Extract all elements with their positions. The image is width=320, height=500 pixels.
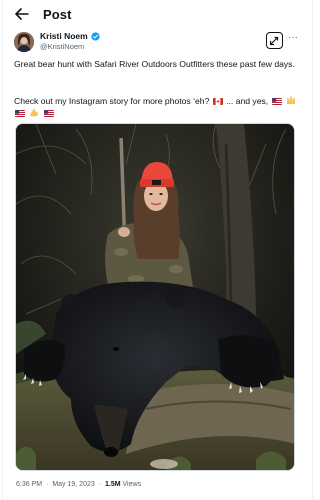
views-count: 1.5M bbox=[105, 481, 121, 488]
hunting-photo bbox=[16, 124, 294, 470]
post-text-line-1: Great bear hunt with Safari River Outdoo… bbox=[14, 59, 295, 69]
more-options-button[interactable]: ··· bbox=[288, 33, 298, 47]
post-text-line-2: Check out my Instagram story for more ph… bbox=[14, 95, 302, 119]
raised-hands-icon bbox=[286, 96, 295, 104]
post-date[interactable]: May 19, 2023 bbox=[52, 481, 94, 488]
meta-separator: · bbox=[98, 481, 102, 488]
canada-flag-icon bbox=[212, 98, 223, 105]
us-flag-icon bbox=[15, 110, 25, 118]
author-name[interactable]: Kristi Noem bbox=[40, 31, 88, 41]
author-block: Kristi Noem @KristiNoem bbox=[14, 31, 304, 55]
back-button[interactable] bbox=[14, 7, 30, 21]
page-title: Post bbox=[43, 7, 72, 22]
subscribe-button[interactable] bbox=[266, 32, 283, 49]
us-flag-icon bbox=[43, 110, 54, 118]
post-meta: 6:36 PM · May 19, 2023 · 1.5M Views bbox=[16, 481, 141, 488]
views-label: Views bbox=[122, 481, 142, 488]
more-options-icon: ··· bbox=[288, 32, 298, 43]
flexed-arm-icon bbox=[30, 109, 39, 117]
avatar[interactable] bbox=[14, 32, 34, 52]
subscribe-icon bbox=[269, 36, 279, 46]
meta-separator: · bbox=[46, 481, 49, 488]
post-image[interactable] bbox=[15, 123, 295, 471]
verified-badge-icon bbox=[91, 31, 100, 41]
post-text-part-1: Check out my Instagram story for more ph… bbox=[14, 96, 210, 106]
post-text-part-2: ... and yes, bbox=[226, 96, 269, 106]
back-arrow-icon bbox=[15, 8, 29, 20]
post-time[interactable]: 6:36 PM bbox=[16, 481, 42, 488]
us-flag-icon bbox=[271, 98, 282, 105]
author-handle[interactable]: @KristiNoem bbox=[40, 42, 84, 51]
name-line: Kristi Noem bbox=[40, 31, 100, 41]
top-bar: Post bbox=[0, 0, 315, 28]
